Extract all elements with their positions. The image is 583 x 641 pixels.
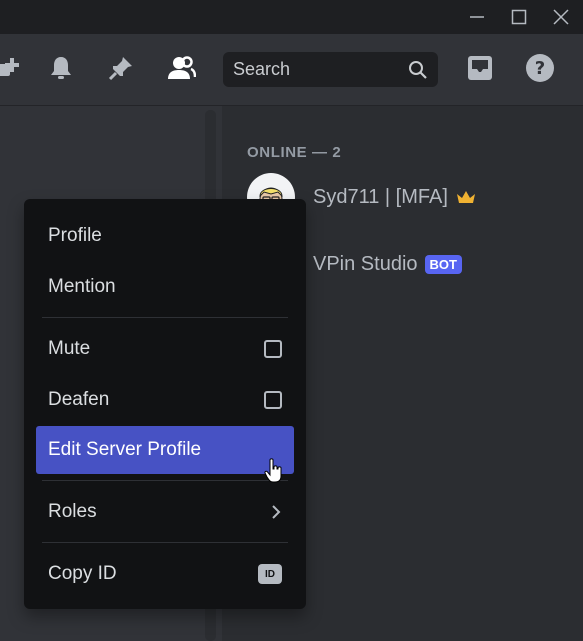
minimize-icon	[470, 16, 484, 18]
bot-tag: BOT	[424, 254, 462, 274]
menu-item-roles[interactable]: Roles	[36, 488, 294, 536]
menu-item-label: Profile	[48, 225, 102, 246]
member-name: Syd711 | [MFA]	[313, 185, 448, 208]
mute-checkbox[interactable]	[264, 340, 282, 358]
bell-icon	[51, 57, 71, 79]
menu-item-edit-server-profile[interactable]: Edit Server Profile	[36, 426, 294, 474]
inbox-button[interactable]	[460, 48, 500, 88]
menu-item-deafen[interactable]: Deafen	[36, 376, 294, 424]
menu-item-label: Mute	[48, 338, 91, 359]
close-icon	[553, 9, 569, 25]
menu-divider	[42, 542, 288, 543]
menu-item-mute[interactable]: Mute	[36, 325, 294, 373]
id-icon: ID	[258, 564, 282, 584]
pinned-messages-button[interactable]	[101, 48, 141, 88]
search-icon	[409, 60, 427, 79]
notifications-button[interactable]	[41, 48, 81, 88]
menu-divider	[42, 480, 288, 481]
threads-button[interactable]	[0, 48, 28, 88]
minimize-button[interactable]	[456, 0, 498, 34]
deafen-checkbox[interactable]	[264, 391, 282, 409]
channel-header: Search ?	[0, 34, 583, 106]
menu-item-copy-id[interactable]: Copy ID ID	[36, 550, 294, 598]
chevron-right-icon	[272, 505, 281, 519]
menu-item-profile[interactable]: Profile	[36, 212, 294, 260]
menu-item-label: Mention	[48, 276, 116, 297]
menu-item-label: Edit Server Profile	[48, 439, 202, 460]
menu-item-label: Roles	[48, 501, 97, 522]
online-section-title: ONLINE — 2	[247, 144, 342, 161]
menu-item-mention[interactable]: Mention	[36, 263, 294, 311]
crown-icon	[456, 191, 475, 203]
maximize-icon	[511, 9, 527, 25]
threads-icon	[0, 58, 19, 76]
menu-item-label: Copy ID	[48, 563, 117, 584]
maximize-button[interactable]	[498, 0, 540, 34]
members-icon	[168, 56, 196, 79]
pin-icon	[108, 57, 132, 81]
member-list-button[interactable]	[161, 48, 201, 88]
inbox-icon	[468, 56, 492, 80]
member-name: VPin Studio	[313, 252, 418, 275]
title-bar	[0, 0, 583, 34]
help-icon: ?	[526, 54, 554, 82]
svg-text:?: ?	[535, 58, 545, 79]
help-button[interactable]: ?	[520, 48, 560, 88]
context-menu: Profile Mention Mute Deafen Edit Server …	[24, 199, 306, 609]
search-placeholder: Search	[233, 59, 291, 79]
close-button[interactable]	[540, 0, 582, 34]
menu-divider	[42, 317, 288, 318]
search-bar[interactable]: Search	[223, 52, 438, 87]
hand-cursor-icon	[264, 458, 282, 483]
menu-item-label: Deafen	[48, 389, 110, 410]
